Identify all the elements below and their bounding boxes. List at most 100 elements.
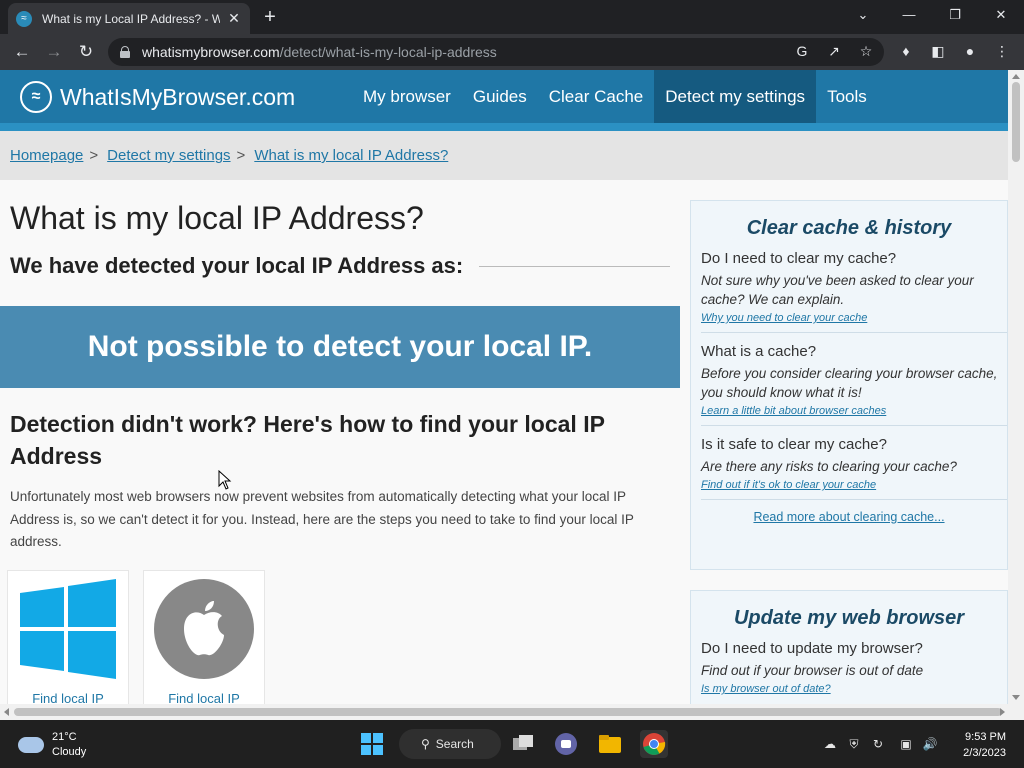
sidebar-link[interactable]: Is my browser out of date? bbox=[701, 683, 1007, 695]
apple-logo-icon bbox=[154, 579, 254, 679]
security-icon[interactable]: ⛨ bbox=[846, 736, 862, 752]
nav-guides[interactable]: Guides bbox=[462, 70, 538, 123]
breadcrumb-current-page[interactable]: What is my local IP Address? bbox=[254, 147, 448, 164]
sidebar-title: Update my web browser bbox=[733, 607, 965, 629]
windows-card[interactable]: Find local IP bbox=[7, 570, 129, 704]
browser-tab[interactable]: ≈ What is my Local IP Address? - W ✕ bbox=[8, 3, 250, 34]
sidebar-answer: Not sure why you've been asked to clear … bbox=[701, 273, 974, 307]
page-viewport: ≈ WhatIsMyBrowser.com My browser Guides … bbox=[0, 70, 1008, 704]
clock-time: 9:53 PM bbox=[965, 731, 1006, 743]
close-tab-icon[interactable]: ✕ bbox=[226, 10, 242, 27]
sidebar-item: Do I need to update my browser? Find out… bbox=[701, 630, 1007, 703]
breadcrumb-homepage[interactable]: Homepage bbox=[10, 147, 83, 164]
sidebar-question: What is a cache? bbox=[701, 343, 817, 360]
share-icon[interactable]: ↗ bbox=[824, 41, 844, 61]
onedrive-icon[interactable]: ☁ bbox=[822, 736, 838, 752]
profile-icon[interactable]: ● bbox=[960, 41, 980, 61]
file-explorer-icon[interactable] bbox=[596, 730, 624, 758]
nav-tools[interactable]: Tools bbox=[816, 70, 878, 123]
scroll-down-icon[interactable] bbox=[1012, 695, 1020, 700]
back-button[interactable]: ← bbox=[10, 40, 34, 64]
help-heading: Detection didn't work? Here's how to fin… bbox=[10, 411, 605, 469]
scroll-right-icon[interactable] bbox=[1000, 708, 1005, 716]
address-bar[interactable]: whatismybrowser.com/detect/what-is-my-lo… bbox=[108, 38, 884, 66]
scroll-up-icon[interactable] bbox=[1012, 74, 1020, 79]
sidebar-question: Is it safe to clear my cache? bbox=[701, 436, 887, 453]
mac-card[interactable]: Find local IP bbox=[143, 570, 265, 704]
heading-rule bbox=[479, 265, 670, 267]
vertical-scrollbar[interactable] bbox=[1008, 70, 1024, 704]
header-accent-bar bbox=[0, 123, 1008, 131]
chrome-icon[interactable] bbox=[640, 730, 668, 758]
sidebar-link[interactable]: Learn a little bit about browser caches bbox=[701, 405, 1007, 417]
site-nav: My browser Guides Clear Cache Detect my … bbox=[352, 70, 878, 123]
url-host: whatismybrowser.com bbox=[142, 44, 280, 60]
network-icon[interactable]: ▣ bbox=[898, 736, 914, 752]
card-label[interactable]: Find local IP bbox=[8, 691, 128, 704]
sidebar-answer: Before you consider clearing your browse… bbox=[701, 366, 998, 400]
sidebar-answer: Find out if your browser is out of date bbox=[701, 663, 924, 678]
scrollbar-thumb[interactable] bbox=[1012, 82, 1020, 162]
mouse-cursor-icon bbox=[218, 470, 232, 490]
nav-clear-cache[interactable]: Clear Cache bbox=[538, 70, 655, 123]
weather-widget[interactable]: 21°C Cloudy bbox=[18, 730, 86, 760]
restore-button[interactable]: ❐ bbox=[944, 4, 966, 26]
volume-icon[interactable]: 🔊 bbox=[922, 736, 938, 752]
clock-date: 2/3/2023 bbox=[963, 747, 1006, 759]
system-clock[interactable]: 9:53 PM 2/3/2023 bbox=[950, 729, 1006, 761]
lock-icon[interactable] bbox=[120, 46, 130, 58]
sidebar-link[interactable]: Find out if it's ok to clear your cache bbox=[701, 479, 1007, 491]
side-panel-icon[interactable]: ◧ bbox=[928, 41, 948, 61]
search-icon: ⚲ bbox=[421, 737, 430, 751]
detected-heading: We have detected your local IP Address a… bbox=[10, 253, 464, 278]
forward-button[interactable]: → bbox=[42, 40, 66, 64]
browser-toolbar: ← → ↻ whatismybrowser.com/detect/what-is… bbox=[0, 34, 1024, 70]
reload-button[interactable]: ↻ bbox=[74, 40, 98, 64]
read-more-link[interactable]: Read more about clearing cache... bbox=[691, 510, 1007, 524]
google-icon[interactable]: G bbox=[792, 41, 812, 61]
sidebar-title: Clear cache & history bbox=[746, 217, 952, 239]
close-window-button[interactable]: ✕ bbox=[990, 4, 1012, 26]
sync-icon[interactable]: ↻ bbox=[870, 736, 886, 752]
url-path: /detect/what-is-my-local-ip-address bbox=[279, 44, 497, 60]
sidebar-question: Do I need to clear my cache? bbox=[701, 250, 897, 267]
breadcrumb: Homepage > Detect my settings > What is … bbox=[0, 131, 1008, 180]
new-tab-button[interactable]: + bbox=[258, 5, 282, 29]
menu-icon[interactable]: ⋮ bbox=[992, 41, 1012, 61]
cloud-icon bbox=[18, 737, 44, 753]
scrollbar-thumb[interactable] bbox=[14, 708, 1002, 716]
sidebar-item: Is it safe to clear my cache? Are there … bbox=[701, 426, 1007, 500]
weather-condition: Cloudy bbox=[52, 746, 87, 758]
scroll-left-icon[interactable] bbox=[4, 708, 9, 716]
page-title: What is my local IP Address? bbox=[10, 200, 424, 236]
sidebar-link[interactable]: Why you need to clear your cache bbox=[701, 312, 1007, 324]
sidebar-question: Do I need to update my browser? bbox=[701, 640, 923, 657]
site-logo[interactable]: ≈ WhatIsMyBrowser.com bbox=[20, 81, 295, 113]
teams-chat-icon[interactable] bbox=[552, 730, 580, 758]
task-view-icon[interactable] bbox=[509, 730, 537, 758]
taskbar-search[interactable]: ⚲ Search bbox=[399, 729, 501, 759]
nav-detect-my-settings[interactable]: Detect my settings bbox=[654, 70, 817, 123]
breadcrumb-detect-my-settings[interactable]: Detect my settings bbox=[107, 147, 230, 164]
taskbar: 21°C Cloudy ⚲ Search ☁ ⛨ ↻ ▣ 🔊 9:53 PM 2… bbox=[0, 720, 1024, 768]
logo-icon: ≈ bbox=[20, 81, 52, 113]
logo-text: WhatIsMyBrowser.com bbox=[60, 83, 296, 110]
start-menu-icon[interactable] bbox=[358, 730, 386, 758]
sidebar-item: Do I need to clear my cache? Not sure wh… bbox=[701, 240, 1007, 333]
site-favicon-icon: ≈ bbox=[16, 10, 32, 27]
windows-logo-icon bbox=[20, 579, 116, 679]
horizontal-scrollbar[interactable] bbox=[0, 704, 1024, 720]
tab-search-icon[interactable]: ⌄ bbox=[852, 4, 874, 26]
nav-my-browser[interactable]: My browser bbox=[352, 70, 462, 123]
bookmark-star-icon[interactable]: ☆ bbox=[856, 41, 876, 61]
sidebar-answer: Are there any risks to clearing your cac… bbox=[701, 459, 957, 474]
sidebar-update-browser: Update my web browser Do I need to updat… bbox=[690, 590, 1008, 704]
card-label[interactable]: Find local IP bbox=[144, 691, 264, 704]
ip-result-box: Not possible to detect your local IP. bbox=[0, 306, 680, 388]
minimize-button[interactable]: — bbox=[898, 4, 920, 26]
extensions-icon[interactable]: ♦ bbox=[896, 41, 916, 61]
site-header: ≈ WhatIsMyBrowser.com My browser Guides … bbox=[0, 70, 1008, 123]
sidebar-item: What is a cache? Before you consider cle… bbox=[701, 333, 1007, 426]
tab-title: What is my Local IP Address? - W bbox=[42, 11, 220, 26]
search-label: Search bbox=[435, 737, 474, 751]
